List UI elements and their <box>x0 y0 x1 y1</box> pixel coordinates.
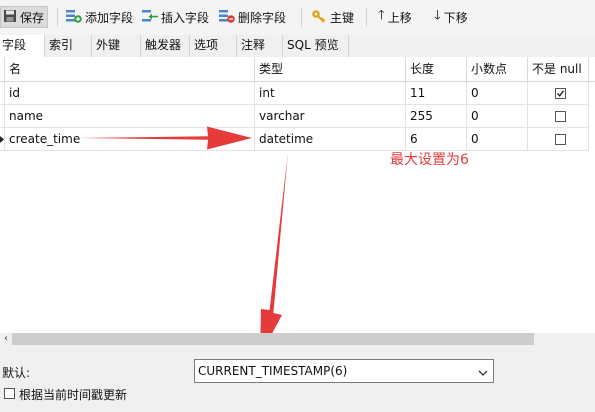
field-decimals-cell[interactable]: 0 <box>467 128 528 151</box>
tab-comment[interactable]: 注释 <box>237 35 283 57</box>
field-name-cell[interactable]: name <box>5 105 255 128</box>
column-header-length[interactable]: 长度 <box>406 57 467 82</box>
tab-indexes[interactable]: 索引 <box>45 35 92 57</box>
default-value-select[interactable]: CURRENT_TIMESTAMP(6) <box>194 359 494 383</box>
on-update-label: 根据当前时间戳更新 <box>19 388 128 402</box>
tab-fields[interactable]: 字段 <box>0 35 45 58</box>
add-field-button[interactable]: 添加字段 <box>66 6 133 28</box>
field-decimals-cell[interactable]: 0 <box>467 105 528 128</box>
column-header-type[interactable]: 类型 <box>255 57 406 82</box>
column-header-not-null[interactable]: 不是 null <box>528 57 589 82</box>
insert-field-button[interactable]: 插入字段 <box>142 6 209 28</box>
scrollbar-thumb[interactable] <box>12 333 534 345</box>
not-null-checkbox[interactable] <box>555 111 566 122</box>
column-header-name[interactable]: 名 <box>5 57 255 82</box>
save-button[interactable]: 保存 <box>0 6 49 28</box>
delete-field-label: 删除字段 <box>238 10 287 25</box>
field-not-null-cell[interactable] <box>528 128 589 151</box>
on-update-checkbox[interactable] <box>4 388 15 399</box>
field-not-null-cell[interactable] <box>528 105 589 128</box>
key-icon <box>311 9 327 26</box>
tab-bar: 字段 索引 外键 触发器 选项 注释 SQL 预览 <box>0 35 595 58</box>
arrow-up-icon: 🡑 <box>378 8 385 23</box>
toolbar-separator <box>366 8 367 27</box>
not-null-checkbox[interactable] <box>555 88 566 99</box>
move-down-label: 下移 <box>443 10 468 25</box>
arrow-down-icon: 🡓 <box>434 8 441 23</box>
tab-options[interactable]: 选项 <box>190 35 237 57</box>
toolbar: 保存 添加字段 插入字段 删除字段 主键 🡑 上移 🡓 下移 <box>0 0 595 36</box>
field-name-cell[interactable]: create_time <box>5 128 255 151</box>
annotation-text: 最大设置为6 <box>390 152 469 168</box>
scroll-left-icon[interactable]: ‹ <box>0 333 12 345</box>
insert-field-icon <box>142 9 158 26</box>
not-null-checkbox[interactable] <box>555 134 566 145</box>
delete-field-button[interactable]: 删除字段 <box>219 6 286 28</box>
move-down-button[interactable]: 🡓 下移 <box>434 6 468 28</box>
chevron-down-icon <box>478 366 488 380</box>
field-decimals-cell[interactable]: 0 <box>467 82 528 105</box>
tab-triggers[interactable]: 触发器 <box>141 35 190 57</box>
move-up-label: 上移 <box>387 10 412 25</box>
add-field-icon <box>66 9 82 26</box>
toolbar-separator <box>57 8 58 27</box>
default-value-text: CURRENT_TIMESTAMP(6) <box>198 364 348 378</box>
field-grid: 名 类型 长度 小数点 不是 null id int 11 0 name var… <box>0 57 595 333</box>
primary-key-label: 主键 <box>330 10 355 25</box>
primary-key-button[interactable]: 主键 <box>311 6 354 28</box>
field-length-cell[interactable]: 6 <box>406 128 467 151</box>
field-length-cell[interactable]: 255 <box>406 105 467 128</box>
field-type-cell[interactable]: int <box>255 82 406 105</box>
delete-field-icon <box>219 9 235 26</box>
column-header-decimals[interactable]: 小数点 <box>467 57 528 82</box>
save-label: 保存 <box>20 10 45 25</box>
field-not-null-cell[interactable] <box>528 82 589 105</box>
tab-foreign-keys[interactable]: 外键 <box>92 35 141 57</box>
field-type-cell[interactable]: datetime <box>255 128 406 151</box>
tab-sql-preview[interactable]: SQL 预览 <box>283 35 349 57</box>
insert-field-label: 插入字段 <box>161 10 210 25</box>
save-icon <box>3 9 17 26</box>
add-field-label: 添加字段 <box>85 10 134 25</box>
move-up-button[interactable]: 🡑 上移 <box>378 6 412 28</box>
field-name-cell[interactable]: id <box>5 82 255 105</box>
default-label: 默认: <box>2 366 31 380</box>
field-type-cell[interactable]: varchar <box>255 105 406 128</box>
field-length-cell[interactable]: 11 <box>406 82 467 105</box>
toolbar-separator <box>301 8 302 27</box>
column-header-overflow <box>589 57 595 82</box>
